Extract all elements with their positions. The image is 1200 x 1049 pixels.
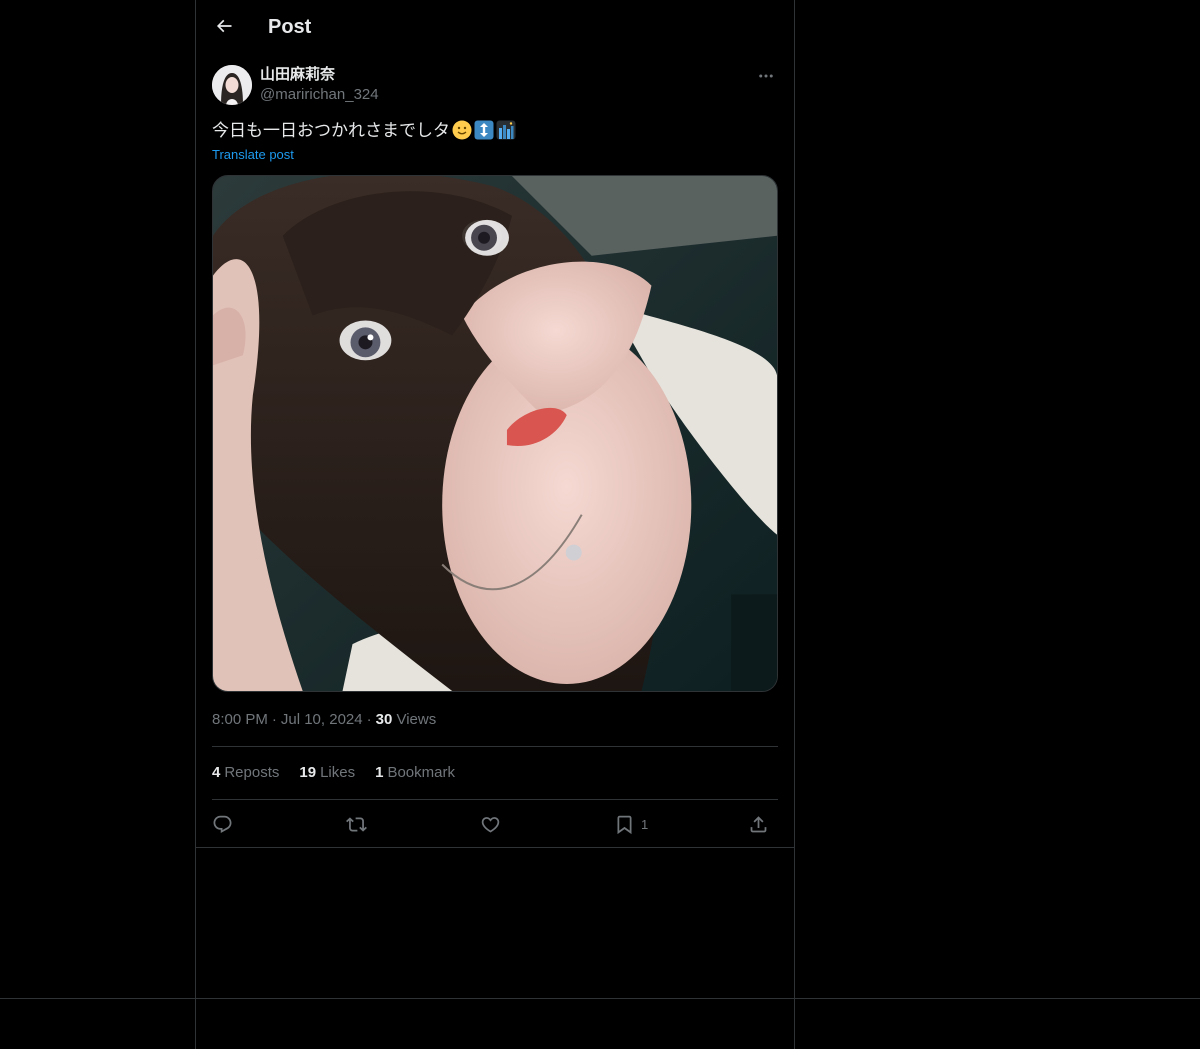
separator-dot: · [366, 711, 372, 728]
more-options-button[interactable] [754, 64, 778, 88]
primary-column: Post 山田麻莉奈 @maririchan_324 今日も一日おつかれさまでし… [195, 0, 795, 1049]
reposts-count: 4 [212, 764, 221, 781]
likes-stat[interactable]: 19 Likes [299, 763, 355, 783]
post-stats: 4 Reposts 19 Likes 1 Bookmark [212, 763, 455, 783]
arrow-left-icon [216, 19, 232, 33]
more-horizontal-icon [759, 74, 773, 78]
slightly-smiling-face-icon [452, 120, 472, 140]
bookmark-count: 1 [641, 816, 649, 832]
author-handle[interactable]: @maririchan_324 [260, 85, 379, 105]
post-photo[interactable] [212, 175, 778, 692]
views-label: Views [396, 711, 437, 728]
header: Post [196, 0, 794, 53]
repost-icon [346, 816, 367, 832]
like-button[interactable] [480, 810, 501, 838]
post-text-content: 今日も一日おつかれさまでしタ [212, 121, 450, 140]
divider [212, 799, 778, 800]
reposts-stat[interactable]: 4 Reposts [212, 763, 279, 783]
photo-image [213, 176, 777, 691]
likes-count: 19 [299, 764, 317, 781]
post-text: 今日も一日おつかれさまでしタ [212, 119, 778, 143]
translate-post-link[interactable]: Translate post [212, 146, 294, 164]
bookmarks-count: 1 [375, 764, 384, 781]
reply-icon [213, 815, 232, 833]
repost-button[interactable] [346, 810, 367, 838]
night-city-icon [496, 120, 516, 140]
author-display-name[interactable]: 山田麻莉奈 [260, 65, 335, 85]
bookmarks-stat[interactable]: 1 Bookmark [375, 763, 455, 783]
share-button[interactable] [748, 810, 769, 838]
page-title: Post [268, 16, 312, 38]
post-meta: 8:00 PM · Jul 10, 2024 · 30 Views [212, 710, 436, 730]
share-icon [750, 815, 767, 832]
back-button[interactable] [208, 10, 240, 42]
bookmarks-label: Bookmark [387, 764, 455, 781]
reply-button[interactable] [212, 810, 233, 838]
author-row: 山田麻莉奈 @maririchan_324 [212, 64, 778, 108]
action-bar: 1 [212, 810, 778, 838]
up-down-arrow-icon [474, 120, 494, 140]
divider [212, 746, 778, 747]
avatar[interactable] [212, 65, 252, 105]
likes-label: Likes [320, 764, 356, 781]
avatar-image [212, 65, 252, 105]
page: Post 山田麻莉奈 @maririchan_324 今日も一日おつかれさまでし… [0, 0, 1200, 1049]
post-time[interactable]: 8:00 PM [212, 711, 268, 728]
reposts-label: Reposts [224, 764, 280, 781]
separator-dot: · [271, 711, 277, 728]
bookmark-button[interactable]: 1 [614, 810, 648, 838]
divider [196, 847, 794, 848]
views-count: 30 [375, 711, 393, 728]
post-date[interactable]: Jul 10, 2024 [281, 711, 363, 728]
heart-icon [481, 816, 500, 833]
bookmark-icon [617, 815, 632, 834]
